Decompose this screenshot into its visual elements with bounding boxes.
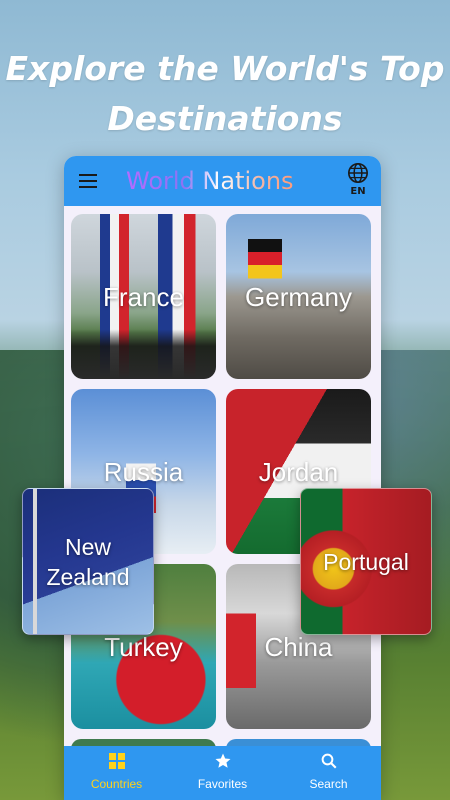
floating-country-name: Portugal — [323, 548, 409, 575]
app-screen: World Nations EN France Germany Russia J… — [64, 156, 381, 800]
floating-country-name: New Zealand — [46, 533, 130, 590]
bottom-navigation: Countries Favorites Search — [64, 746, 381, 800]
grid-icon — [108, 753, 125, 769]
floating-card-new-zealand[interactable]: New Zealand — [22, 488, 154, 635]
country-name: China — [264, 631, 333, 662]
hamburger-menu-icon[interactable] — [79, 174, 97, 188]
app-bar: World Nations EN — [64, 156, 381, 206]
country-name: Jordan — [258, 456, 339, 487]
nav-countries[interactable]: Countries — [64, 752, 169, 791]
language-label: EN — [350, 186, 366, 197]
app-title: World Nations — [126, 167, 294, 195]
nav-search[interactable]: Search — [276, 752, 381, 791]
country-card-france[interactable]: France — [71, 214, 216, 379]
country-name: Russia — [103, 456, 184, 487]
star-icon — [215, 753, 230, 768]
country-card-germany[interactable]: Germany — [226, 214, 371, 379]
floating-card-portugal[interactable]: Portugal — [300, 488, 432, 635]
headline-line-1: Explore the World's Top — [5, 49, 445, 88]
country-name: Turkey — [104, 631, 183, 662]
country-name: France — [103, 281, 184, 312]
promo-headline: Explore the World's Top Destinations — [0, 44, 450, 144]
country-name: Germany — [245, 281, 352, 312]
nav-label: Countries — [90, 777, 143, 791]
nav-favorites[interactable]: Favorites — [170, 752, 275, 791]
globe-icon — [348, 163, 368, 183]
nav-label: Favorites — [197, 777, 248, 791]
language-selector[interactable]: EN — [343, 162, 373, 197]
nav-label: Search — [309, 777, 348, 791]
search-icon — [321, 753, 336, 769]
headline-line-2: Destinations — [107, 99, 343, 138]
